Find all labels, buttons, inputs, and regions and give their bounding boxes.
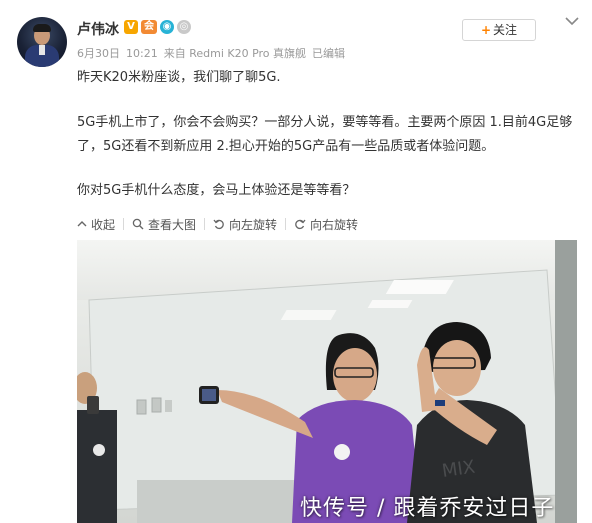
post-paragraph-3: 你对5G手机什么态度，会马上体验还是等等看？ [77, 183, 356, 198]
rotate-left-icon [213, 219, 224, 230]
rotate-left-button[interactable]: 向左旋转 [213, 216, 285, 233]
image-toolbar: 收起 查看大图 向左旋转 向右旋转 [77, 213, 577, 235]
toolbar-divider [123, 218, 125, 230]
vip-badge-icon[interactable]: 会 [141, 20, 157, 34]
post-source[interactable]: 来自 Redmi K20 Pro 真旗舰 [164, 47, 306, 60]
plus-icon: + [480, 23, 492, 37]
post-edited: 已编辑 [312, 47, 346, 60]
watermark-text: 快传号 / 跟着乔安过日子 [300, 496, 555, 521]
avatar-hair [33, 24, 51, 32]
collapse-icon [77, 221, 87, 227]
floor-cabinet [137, 480, 297, 523]
magnifier-icon [132, 218, 144, 230]
ceiling-light [367, 300, 413, 308]
photo-scene: MIX [77, 240, 577, 523]
chevron-down-icon[interactable] [565, 14, 579, 28]
avatar[interactable] [17, 17, 67, 67]
rotate-right-button[interactable]: 向右旋转 [294, 216, 366, 233]
ceiling-light [385, 280, 454, 294]
ceiling-light [280, 310, 337, 320]
toolbar-divider [204, 218, 206, 230]
rotate-right-label: 向右旋转 [310, 217, 359, 232]
collapse-label: 收起 [91, 217, 116, 232]
coin-badge-icon[interactable]: ◎ [177, 20, 191, 34]
wall-switch [151, 397, 162, 413]
user-badges: V 会 ◉ ◎ [124, 20, 191, 34]
post-meta: 6月30日 10:21 来自 Redmi K20 Pro 真旗舰 已编辑 [77, 45, 351, 61]
avatar-collar [39, 45, 45, 55]
post-paragraph-2: 5G手机上市了，你会不会购买？一部分人说，要等等看。主要两个原因 1.目前4G足… [77, 115, 573, 154]
post-photo[interactable]: MIX [77, 240, 577, 523]
eye-badge-icon[interactable]: ◉ [160, 20, 174, 34]
rotate-right-icon [295, 219, 306, 230]
view-large-button[interactable]: 查看大图 [132, 216, 204, 233]
view-large-label: 查看大图 [148, 217, 197, 232]
post-paragraph-1: 昨天K20米粉座谈，我们聊了聊5G. [77, 70, 281, 85]
follow-label: 关注 [493, 23, 518, 37]
toolbar-divider [285, 218, 287, 230]
rotate-left-label: 向左旋转 [229, 217, 278, 232]
wall-switch [136, 399, 147, 415]
post-time: 10:21 [126, 47, 158, 60]
follow-button[interactable]: + 关注 [462, 19, 536, 41]
verified-badge-icon[interactable]: V [124, 20, 138, 34]
collapse-button[interactable]: 收起 [77, 216, 123, 233]
window-frame [555, 240, 577, 523]
post-header: 卢伟冰 V 会 ◉ ◎ 6月30日 10:21 来自 Redmi K20 Pro 真… [0, 0, 592, 70]
post-date[interactable]: 6月30日 [77, 47, 120, 60]
username[interactable]: 卢伟冰 [77, 19, 119, 39]
wall-outlet [165, 400, 172, 412]
